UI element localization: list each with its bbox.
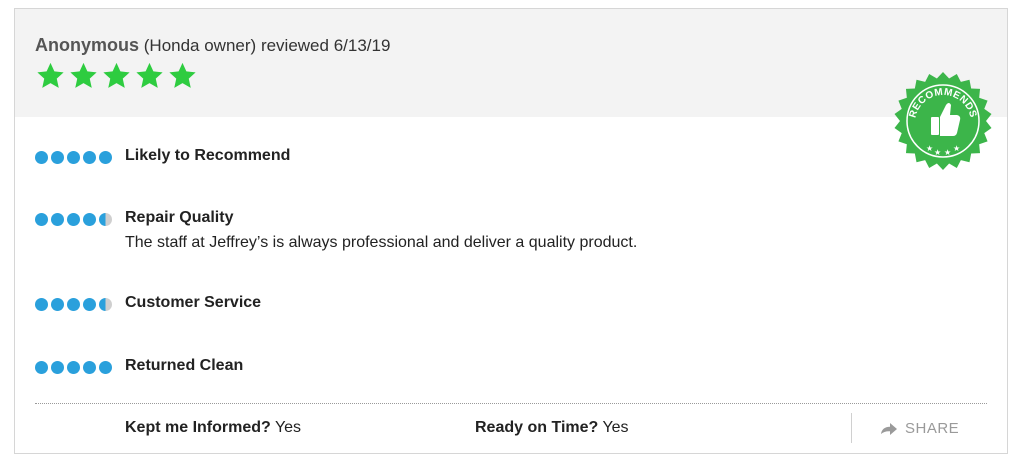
rating-dot — [83, 298, 96, 311]
ready-on-time-label: Ready on Time? — [475, 419, 599, 436]
star-icon — [37, 62, 64, 88]
rating-dot — [35, 151, 48, 164]
ready-on-time: Ready on Time? Yes — [475, 419, 629, 437]
ready-on-time-value: Yes — [602, 419, 629, 436]
rating-dot — [99, 361, 112, 374]
kept-informed-label: Kept me Informed? — [125, 419, 271, 436]
rating-dot — [35, 298, 48, 311]
rating-dot — [99, 298, 112, 311]
rating-dot — [51, 151, 64, 164]
rating-dot — [99, 213, 112, 226]
rating-dot — [83, 213, 96, 226]
rating-dot — [67, 298, 80, 311]
review-card: Anonymous (Honda owner) reviewed 6/13/19… — [14, 8, 1008, 454]
rating-dots — [35, 298, 115, 311]
rating-dot — [83, 151, 96, 164]
rating-dot — [67, 361, 80, 374]
rating-dot — [67, 213, 80, 226]
rating-dot — [51, 361, 64, 374]
rating-dot — [51, 213, 64, 226]
review-header: Anonymous (Honda owner) reviewed 6/13/19 — [15, 9, 1007, 117]
rating-label: Returned Clean — [125, 357, 244, 374]
rating-label: Customer Service — [125, 294, 262, 311]
reviewer-name: Anonymous — [35, 35, 140, 55]
rating-label: Likely to Recommend — [125, 147, 291, 164]
share-arrow-icon — [881, 422, 897, 435]
svg-text:★: ★ — [934, 148, 941, 157]
rating-dot — [35, 213, 48, 226]
owner-note: (Honda owner) — [143, 36, 257, 55]
star-icon — [70, 62, 97, 88]
rating-dot — [35, 361, 48, 374]
share-label: SHARE — [905, 420, 960, 437]
rating-dot — [67, 151, 80, 164]
rating-comment: The staff at Jeffrey’s is always profess… — [125, 234, 638, 251]
recommends-badge: RECOMMENDS ★ ★ ★ ★ — [894, 72, 992, 170]
rating-dots — [35, 213, 115, 226]
star-icon — [103, 62, 130, 88]
kept-informed-value: Yes — [274, 419, 302, 436]
footer-divider — [35, 403, 987, 404]
share-button[interactable]: SHARE — [881, 420, 959, 437]
svg-text:★: ★ — [926, 144, 933, 153]
rating-dot — [99, 151, 112, 164]
star-rating — [35, 61, 200, 93]
star-icon — [169, 62, 196, 88]
footer-separator — [851, 413, 852, 443]
kept-informed: Kept me Informed? Yes — [125, 419, 301, 437]
review-date: reviewed 6/13/19 — [260, 36, 391, 55]
rating-label: Repair Quality — [125, 209, 234, 226]
star-icon — [136, 62, 163, 88]
reviewer-line: Anonymous (Honda owner) reviewed 6/13/19 — [35, 35, 390, 56]
svg-text:★: ★ — [944, 148, 951, 157]
svg-text:★: ★ — [953, 144, 960, 153]
rating-dot — [51, 298, 64, 311]
rating-dots — [35, 361, 115, 374]
rating-dots — [35, 151, 115, 164]
rating-dot — [83, 361, 96, 374]
